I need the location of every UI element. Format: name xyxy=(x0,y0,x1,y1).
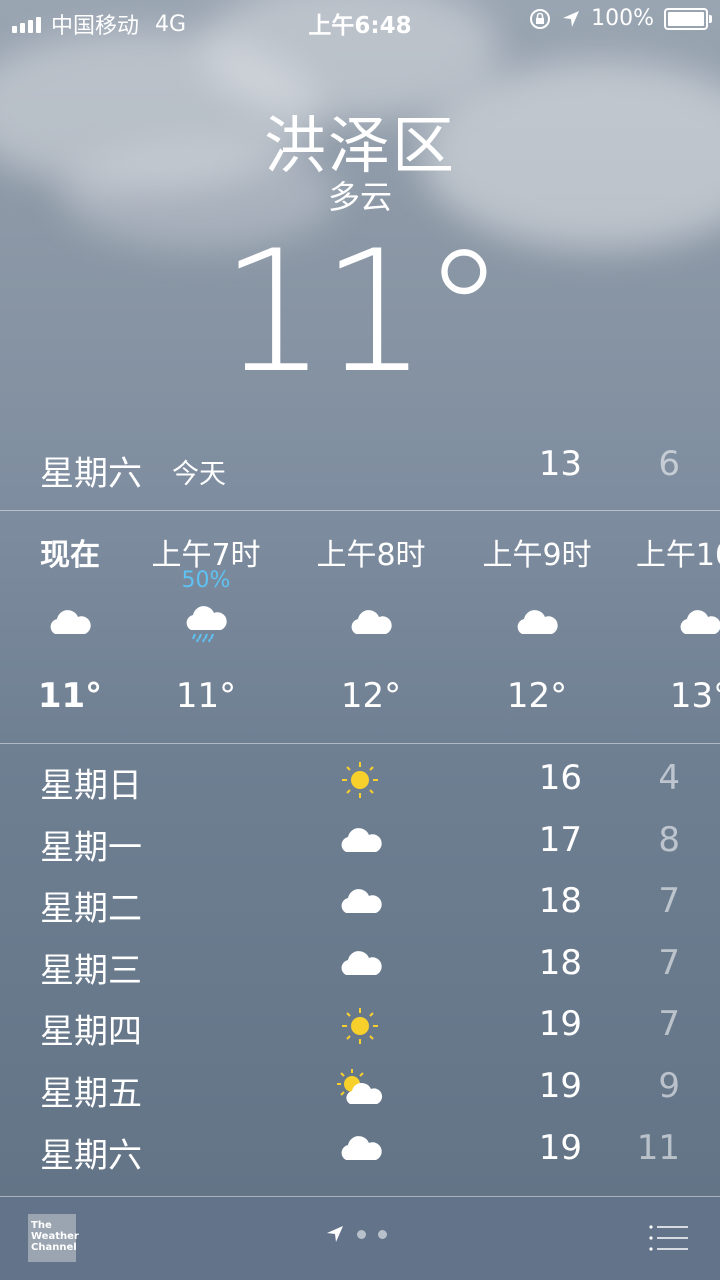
page-indicator[interactable] xyxy=(325,1224,387,1244)
daily-high: 19 xyxy=(538,1004,582,1044)
divider xyxy=(0,743,720,744)
daily-row: 星期一 17 8 xyxy=(0,812,720,874)
daily-day: 星期一 xyxy=(40,828,142,868)
cloud-icon xyxy=(517,610,558,634)
daily-low: 9 xyxy=(658,1066,680,1106)
daily-row: 星期六 19 11 xyxy=(0,1120,720,1182)
daily-high: 18 xyxy=(538,881,582,921)
daily-day: 星期四 xyxy=(40,1012,142,1052)
daily-row: 星期二 18 7 xyxy=(0,873,720,935)
sun-icon xyxy=(342,1008,378,1044)
today-high: 13 xyxy=(538,444,582,484)
hour-temp: 13° xyxy=(669,676,720,716)
daily-day: 星期五 xyxy=(40,1074,142,1114)
cloud-icon xyxy=(50,610,91,634)
cloud-icon xyxy=(341,1136,382,1160)
hour-temp: 12° xyxy=(340,676,402,716)
daily-low: 11 xyxy=(636,1128,680,1168)
hour-precip: 50% xyxy=(181,568,231,593)
daily-high: 16 xyxy=(538,758,582,798)
daily-high: 19 xyxy=(538,1066,582,1106)
location-arrow-icon xyxy=(563,10,580,27)
partly-cloudy-icon xyxy=(337,1069,383,1104)
cloud-icon xyxy=(680,610,720,634)
today-day: 星期六 xyxy=(40,454,142,494)
daily-row: 星期五 19 9 xyxy=(0,1058,720,1120)
rain-cloud-icon xyxy=(186,606,227,643)
current-temperature: 11° xyxy=(220,214,506,410)
cloud-icon xyxy=(341,889,382,913)
daily-low: 4 xyxy=(658,758,680,798)
battery-percent: 100% xyxy=(591,6,654,31)
divider xyxy=(0,1196,720,1197)
rotation-lock-icon xyxy=(530,8,551,29)
city-list-icon[interactable] xyxy=(648,1222,690,1254)
daily-high: 17 xyxy=(538,820,582,860)
daily-low: 8 xyxy=(658,820,680,860)
daily-row: 星期日 16 4 xyxy=(0,750,720,812)
status-bar: 中国移动 4G 上午6:48 100% xyxy=(0,0,720,40)
cloud-icon xyxy=(351,610,392,634)
daily-low: 7 xyxy=(658,943,680,983)
current-condition: 多云 xyxy=(327,178,392,216)
today-low: 6 xyxy=(658,444,680,484)
daily-day: 星期三 xyxy=(40,951,142,991)
hourly-forecast[interactable]: 现在 11° 上午7时 50% 11° 上午8时 12° 上午9时 12° 上午… xyxy=(0,512,720,742)
sun-icon xyxy=(342,762,378,798)
today-summary: 星期六 今天 13 6 xyxy=(0,440,720,500)
daily-low: 7 xyxy=(658,881,680,921)
daily-day: 星期六 xyxy=(40,1136,142,1176)
cloud-icon xyxy=(341,951,382,975)
page-dot xyxy=(378,1229,387,1239)
hour-temp: 11° xyxy=(175,676,237,716)
bottom-toolbar: The Weather Channel xyxy=(0,1196,720,1280)
today-tag: 今天 xyxy=(172,459,226,490)
divider xyxy=(0,510,720,511)
hour-time: 上午10时 xyxy=(635,538,720,573)
hour-time: 上午9时 xyxy=(482,538,592,573)
daily-low: 7 xyxy=(658,1004,680,1044)
battery-icon xyxy=(664,7,712,30)
daily-day: 星期二 xyxy=(40,889,142,929)
cloud-icon xyxy=(341,828,382,852)
daily-day: 星期日 xyxy=(40,766,142,806)
daily-row: 星期三 18 7 xyxy=(0,935,720,997)
daily-high: 18 xyxy=(538,943,582,983)
daily-high: 19 xyxy=(538,1128,582,1168)
hour-time: 上午8时 xyxy=(316,538,426,573)
daily-row: 星期四 19 7 xyxy=(0,996,720,1058)
location-arrow-icon xyxy=(327,1226,343,1242)
page-dot xyxy=(357,1229,366,1239)
weather-channel-logo[interactable]: The Weather Channel xyxy=(28,1214,79,1262)
hour-temp: 12° xyxy=(506,676,568,716)
